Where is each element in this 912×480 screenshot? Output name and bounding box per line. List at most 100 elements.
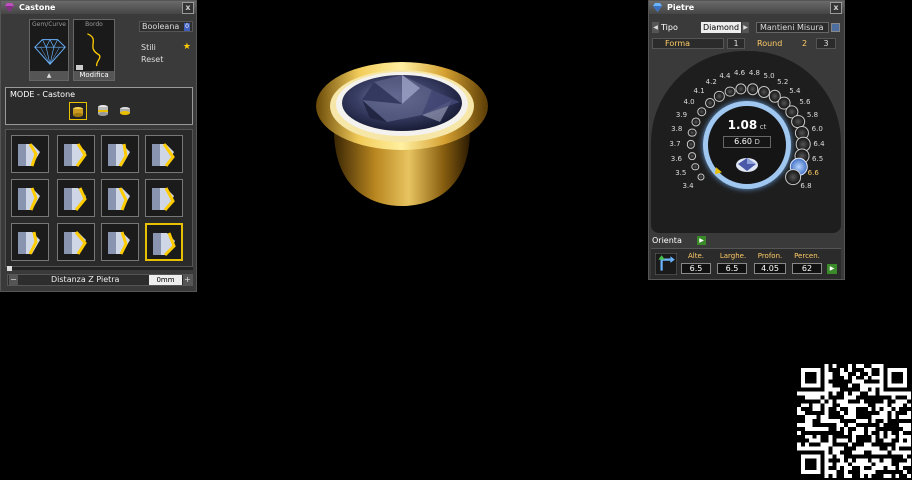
tipo-prev-button[interactable]: ◀	[652, 22, 659, 33]
castone-title: Castone	[19, 3, 56, 12]
mode-stone-button[interactable]	[117, 102, 135, 120]
orient-icon[interactable]	[655, 253, 677, 275]
tool-bezel-width-icon	[64, 231, 87, 255]
tool-bezel-height-button[interactable]	[11, 223, 49, 261]
mode-cylinder-button[interactable]	[95, 102, 113, 120]
orienta-go-button[interactable]: ▶	[697, 236, 706, 245]
curve-icon	[87, 33, 101, 67]
star-icon: ★	[182, 42, 191, 52]
size-hole-4-0[interactable]	[697, 106, 707, 117]
distanza-label: Distanza Z Pietra	[51, 275, 120, 284]
size-label-4-8: 4.8	[748, 69, 761, 78]
tool-prong-width-icon	[64, 143, 87, 167]
cylinder-icon	[98, 105, 108, 116]
pietre-titlebar[interactable]: Pietre x	[649, 1, 844, 14]
size-label-6-6: 6.6	[807, 169, 819, 178]
forma-label: Forma	[665, 39, 691, 48]
modifica-button[interactable]: Modifica	[74, 71, 114, 80]
distanza-minus-button[interactable]: −	[9, 275, 18, 285]
pietre-close-button[interactable]: x	[830, 2, 842, 14]
forma-value[interactable]: 1	[727, 38, 745, 49]
orienta-label: Orienta	[652, 236, 682, 245]
size-label-4-4: 4.4	[719, 72, 731, 81]
diamond-preview-icon	[736, 158, 758, 172]
profon-input[interactable]: 4.05	[754, 263, 786, 274]
alte-input[interactable]: 6.5	[681, 263, 711, 274]
mantieni-toggle[interactable]	[831, 23, 840, 32]
mantieni-label: Mantieni Misura	[760, 23, 824, 32]
size-hole-3-6[interactable]	[688, 151, 696, 160]
tool-bezel-chamfer-icon	[108, 187, 130, 211]
booleana-badge: 0	[184, 23, 190, 31]
castone-close-button[interactable]: x	[182, 2, 194, 14]
size-label-4-6: 4.6	[733, 69, 746, 78]
tool-prong-width-button[interactable]	[57, 135, 95, 173]
tool-seat-angle-icon	[64, 187, 87, 211]
tool-prong-thickness-button[interactable]	[101, 135, 139, 173]
reset-button[interactable]: Reset	[139, 55, 193, 66]
tipo-next-button[interactable]: ▶	[742, 22, 749, 33]
gem-expand-arrow[interactable]: ▲	[30, 71, 68, 80]
size-hole-3-4[interactable]	[697, 173, 705, 181]
tool-girdle-offset-button[interactable]	[101, 223, 139, 261]
size-label-6-8: 6.8	[800, 182, 812, 191]
plus-icon: +	[184, 275, 191, 284]
size-hole-3-8[interactable]	[688, 128, 697, 138]
gem-curve-label: Gem/Curve	[32, 21, 66, 28]
tool-seat-bevel-button[interactable]	[145, 179, 183, 217]
larghe-input[interactable]: 6.5	[717, 263, 747, 274]
size-label-3-4: 3.4	[682, 182, 694, 191]
size-hole-4-1[interactable]	[704, 98, 715, 109]
pietre-panel: Pietre x ◀ Tipo Diamond ▶ Mantieni Misur…	[648, 0, 845, 280]
tipo-select[interactable]: Diamond	[701, 22, 741, 33]
size-label-3-5: 3.5	[675, 169, 687, 178]
percen-label: Percen.	[794, 252, 820, 260]
distanza-slider-track[interactable]	[7, 266, 193, 271]
size-label-4-1: 4.1	[693, 87, 705, 96]
size-label-5-6: 5.6	[799, 98, 811, 107]
gem-curve-box[interactable]: Gem/Curve ▲	[29, 19, 69, 81]
tool-base-profile-icon	[153, 232, 176, 257]
forma-button[interactable]: Forma	[652, 38, 724, 49]
tool-base-profile-button[interactable]	[145, 223, 183, 261]
tool-bezel-taper-button[interactable]	[11, 179, 49, 217]
size-label-5-2: 5.2	[777, 78, 789, 87]
larghe-label: Larghe.	[719, 252, 747, 260]
tool-seat-angle-button[interactable]	[57, 179, 95, 217]
round-label: Round	[757, 39, 783, 48]
booleana-button[interactable]: Booleana 0	[139, 21, 193, 32]
ring-render	[316, 62, 488, 206]
apply-button[interactable]: ▶	[827, 264, 837, 274]
distanza-plus-button[interactable]: +	[183, 275, 192, 285]
close-icon: x	[833, 3, 839, 12]
bordo-box[interactable]: Bordo Modifica	[73, 19, 115, 81]
size-hole-4-4[interactable]	[724, 86, 736, 98]
profon-label: Profon.	[757, 252, 783, 260]
tool-seat-depth-button[interactable]	[145, 135, 183, 173]
orienta-row: Orienta ▶	[651, 235, 841, 246]
folder-icon[interactable]	[76, 65, 83, 70]
size-hole-6-8[interactable]	[784, 169, 801, 186]
castone-titlebar[interactable]: Castone x	[1, 1, 196, 14]
distanza-input[interactable]: 0mm	[149, 275, 182, 285]
alte-label: Alte.	[687, 252, 704, 260]
gem-icon	[5, 3, 14, 12]
tool-prong-height-icon	[18, 143, 40, 167]
percen-input[interactable]: 62	[792, 263, 822, 274]
mode-bezel-button[interactable]	[69, 102, 87, 120]
stili-button[interactable]: Stili ★	[139, 42, 193, 54]
round-value-3[interactable]: 3	[816, 38, 836, 49]
pietre-title: Pietre	[667, 3, 695, 12]
distanza-slider-handle[interactable]	[7, 266, 12, 271]
round-value-2[interactable]: 2	[802, 38, 807, 49]
tool-bezel-chamfer-button[interactable]	[101, 179, 139, 217]
size-hole-4-8[interactable]	[746, 83, 759, 96]
tool-girdle-offset-icon	[108, 231, 130, 255]
tool-bezel-width-button[interactable]	[57, 223, 95, 261]
castone-panel: Castone x Gem/Curve ▲ Bordo Modifica Boo…	[0, 0, 197, 292]
booleana-label: Booleana	[142, 22, 180, 31]
distanza-row: − Distanza Z Pietra 0mm +	[7, 274, 193, 286]
tool-prong-height-button[interactable]	[11, 135, 49, 173]
carat-unit: ct	[759, 123, 767, 131]
mantieni-misura-button[interactable]: Mantieni Misura	[756, 22, 829, 33]
